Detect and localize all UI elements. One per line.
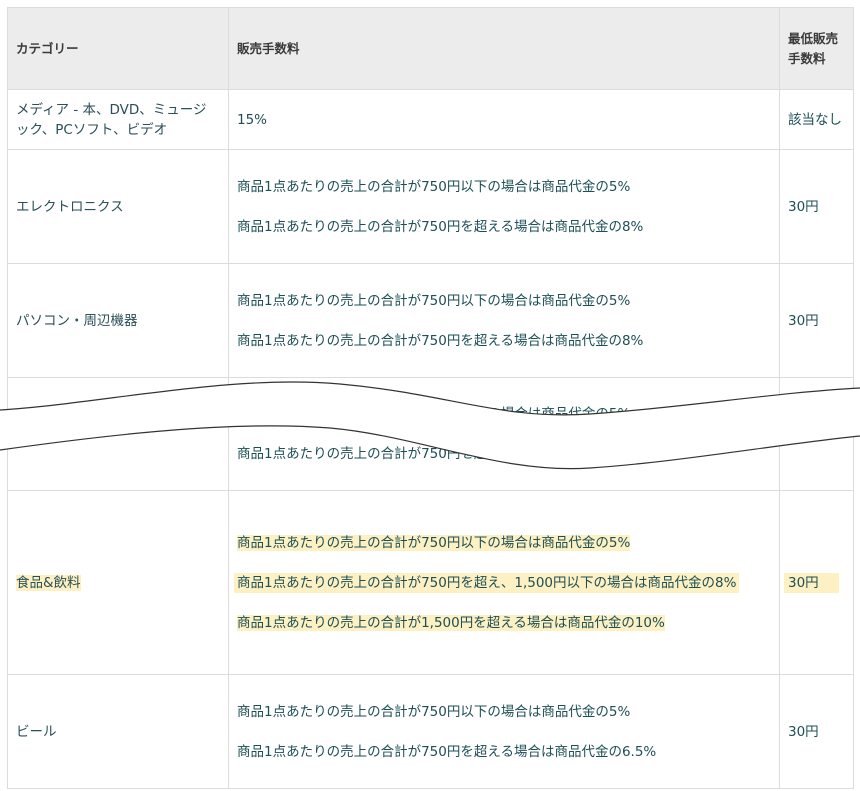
fee-cell: 商品1点あたりの売上の合計が750円以下の場合は商品代金の5% 商品1点あたりの… [228, 377, 780, 491]
min-fee-cell: 30円 [779, 377, 854, 491]
fee-line: 商品1点あたりの売上の合計が750円を超える場合は商品代金の8% [237, 446, 644, 462]
highlighted-fee-line: 商品1点あたりの売上の合計が750円以下の場合は商品代金の5% [237, 534, 631, 551]
fee-line: 15% [237, 111, 268, 128]
category-cell: 食品&飲料 [7, 490, 229, 675]
min-fee-cell: 該当なし [779, 89, 854, 150]
highlighted-fee-line: 商品1点あたりの売上の合計が1,500円を超える場合は商品代金の10% [237, 614, 665, 631]
fee-line: 商品1点あたりの売上の合計が750円を超える場合は商品代金の6.5% [237, 743, 657, 760]
category-cell: 家電 [7, 377, 229, 491]
highlighted-min-fee: 30円 [784, 572, 839, 593]
fee-line: 商品1点あたりの売上の合計が750円以下の場合は商品代金の5% [237, 703, 631, 720]
category-cell: エレクトロニクス [7, 149, 229, 264]
table-row: パソコン・周辺機器 商品1点あたりの売上の合計が750円以下の場合は商品代金の5… [7, 263, 854, 378]
highlighted-fee-line: 商品1点あたりの売上の合計が750円を超え、1,500円以下の場合は商品代金の8… [234, 572, 740, 593]
fee-line: 商品1点あたりの売上の合計が750円以下の場合は商品代金の5% [237, 178, 631, 195]
min-fee-cell: 30円 [779, 263, 854, 378]
min-fee-cell: 30円 [779, 149, 854, 264]
fee-cell: 15% [228, 89, 780, 150]
header-min-fee: 最低販売手数料 [779, 7, 854, 90]
table-row: エレクトロニクス 商品1点あたりの売上の合計が750円以下の場合は商品代金の5%… [7, 149, 854, 264]
category-cell: ビール [7, 674, 229, 789]
header-category: カテゴリー [7, 7, 229, 90]
table-header-row: カテゴリー 販売手数料 最低販売手数料 [7, 7, 854, 90]
fee-line: 商品1点あたりの売上の合計が750円以下の場合は商品代金の5% [237, 292, 631, 309]
category-cell: メディア - 本、DVD、ミュージック、PCソフト、ビデオ [7, 89, 229, 150]
fee-cell: 商品1点あたりの売上の合計が750円以下の場合は商品代金の5% 商品1点あたりの… [228, 149, 780, 264]
header-fee: 販売手数料 [228, 7, 780, 90]
fee-line: 商品1点あたりの売上の合計が750円以下の場合は商品代金の5% [237, 533, 771, 553]
fee-line: 商品1点あたりの売上の合計が1,500円を超える場合は商品代金の10% [237, 613, 771, 633]
category-cell: パソコン・周辺機器 [7, 263, 229, 378]
fee-table: カテゴリー 販売手数料 最低販売手数料 メディア - 本、DVD、ミュージック、… [7, 7, 854, 789]
table-row: 家電 商品1点あたりの売上の合計が750円以下の場合は商品代金の5% 商品1点あ… [7, 377, 854, 491]
fee-line: 商品1点あたりの売上の合計が750円を超える場合は商品代金の8% [237, 218, 644, 235]
min-fee-cell: 30円 [779, 674, 854, 789]
fee-cell: 商品1点あたりの売上の合計が750円以下の場合は商品代金の5% 商品1点あたりの… [228, 490, 780, 675]
table-row: ビール 商品1点あたりの売上の合計が750円以下の場合は商品代金の5% 商品1点… [7, 674, 854, 789]
fee-cell: 商品1点あたりの売上の合計が750円以下の場合は商品代金の5% 商品1点あたりの… [228, 263, 780, 378]
table-row: 食品&飲料 商品1点あたりの売上の合計が750円以下の場合は商品代金の5% 商品… [7, 490, 854, 675]
highlighted-category: 食品&飲料 [16, 574, 81, 591]
fee-line: 商品1点あたりの売上の合計が750円を超え、1,500円以下の場合は商品代金の8… [234, 572, 771, 593]
fee-line: 商品1点あたりの売上の合計が750円以下の場合は商品代金の5% [237, 406, 631, 422]
fee-line: 商品1点あたりの売上の合計が750円を超える場合は商品代金の8% [237, 332, 644, 349]
fee-cell: 商品1点あたりの売上の合計が750円以下の場合は商品代金の5% 商品1点あたりの… [228, 674, 780, 789]
table-row: メディア - 本、DVD、ミュージック、PCソフト、ビデオ 15% 該当なし [7, 89, 854, 150]
min-fee-cell: 30円 [779, 490, 854, 675]
